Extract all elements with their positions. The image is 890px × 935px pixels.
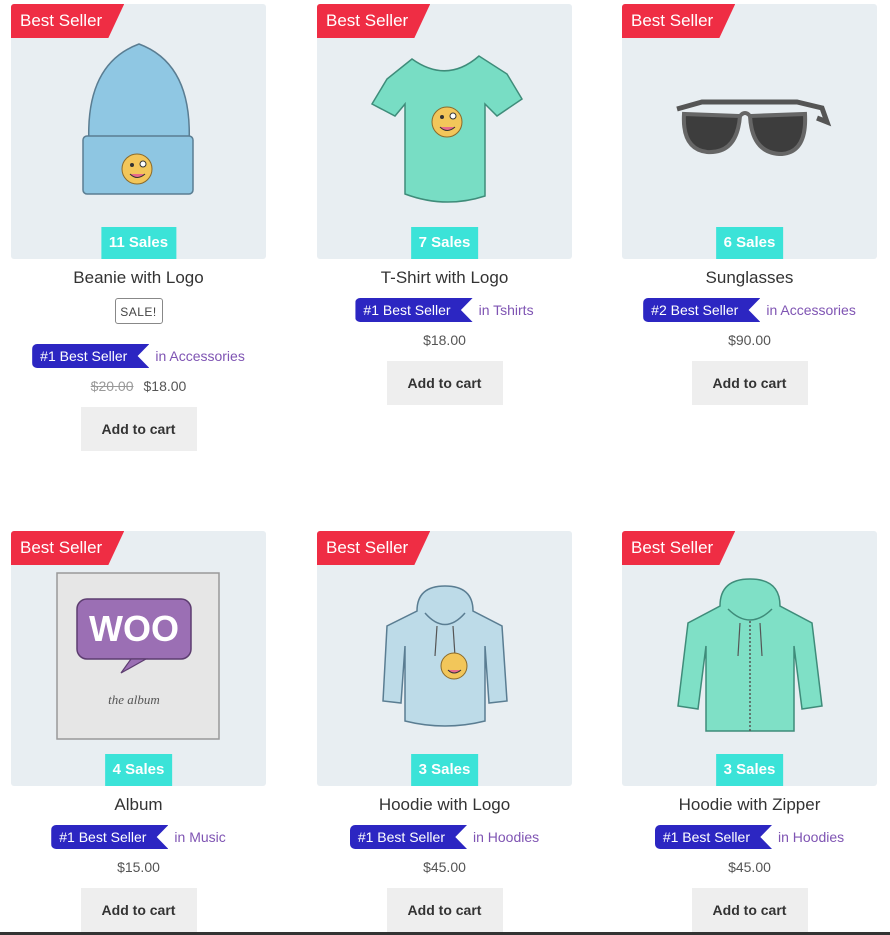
sunglasses-image (676, 99, 832, 157)
product-image-album[interactable]: WOO the album Best Seller 4 Sales (11, 531, 266, 786)
product-image-hoodie-zipper[interactable]: Best Seller 3 Sales (622, 531, 877, 786)
rank-row: #1 Best Seller in Accessories (11, 344, 266, 368)
sales-count-badge: 3 Sales (715, 754, 784, 786)
rank-row: #1 Best Seller in Hoodies (317, 825, 572, 849)
tshirt-image (370, 55, 524, 203)
best-seller-ribbon: Best Seller (11, 4, 125, 38)
old-price: $20.00 (90, 378, 134, 394)
add-to-cart-button[interactable]: Add to cart (386, 361, 503, 405)
price: $15.00 (11, 857, 266, 877)
rank-badge: #1 Best Seller (51, 825, 169, 849)
product-card-sunglasses: Best Seller 6 Sales Sunglasses #2 Best S… (622, 4, 877, 405)
product-card-hoodie-zipper: Best Seller 3 Sales Hoodie with Zipper #… (622, 531, 877, 932)
product-image-tshirt[interactable]: Best Seller 7 Sales (317, 4, 572, 259)
sales-count-badge: 6 Sales (715, 227, 784, 259)
category-link[interactable]: in Hoodies (473, 829, 539, 845)
hoodie-logo-image (382, 585, 508, 727)
sale-badge: SALE! (114, 298, 163, 324)
rank-row: #2 Best Seller in Accessories (622, 298, 877, 322)
rank-row: #1 Best Seller in Music (11, 825, 266, 849)
product-image-sunglasses[interactable]: Best Seller 6 Sales (622, 4, 877, 259)
rank-row: #1 Best Seller in Hoodies (622, 825, 877, 849)
rank-badge: #2 Best Seller (643, 298, 761, 322)
price: $20.00 $18.00 (11, 376, 266, 396)
sales-count-badge: 4 Sales (104, 754, 173, 786)
best-seller-ribbon: Best Seller (622, 4, 736, 38)
album-subtitle-text: the album (108, 692, 160, 707)
current-price: $15.00 (117, 859, 160, 875)
product-card-beanie: Best Seller 11 Sales Beanie with Logo SA… (11, 4, 266, 451)
product-title[interactable]: Album (11, 793, 266, 817)
best-seller-ribbon: Best Seller (317, 531, 431, 565)
rank-badge: #1 Best Seller (355, 298, 473, 322)
product-card-hoodie-logo: Best Seller 3 Sales Hoodie with Logo #1 … (317, 531, 572, 932)
best-seller-ribbon: Best Seller (11, 531, 125, 565)
product-image-hoodie-logo[interactable]: Best Seller 3 Sales (317, 531, 572, 786)
hoodie-zipper-image (677, 578, 823, 732)
rank-badge: #1 Best Seller (654, 825, 772, 849)
album-logo-text: WOO (89, 608, 179, 649)
best-seller-ribbon: Best Seller (622, 531, 736, 565)
current-price: $18.00 (143, 378, 187, 394)
current-price: $90.00 (728, 332, 771, 348)
current-price: $45.00 (423, 859, 466, 875)
beanie-image (82, 43, 194, 195)
category-link[interactable]: in Music (174, 829, 225, 845)
album-image: WOO the album (56, 572, 220, 740)
category-link[interactable]: in Accessories (155, 348, 244, 364)
price: $90.00 (622, 330, 877, 350)
category-link[interactable]: in Tshirts (479, 302, 534, 318)
product-image-beanie[interactable]: Best Seller 11 Sales (11, 4, 266, 259)
sales-count-badge: 7 Sales (410, 227, 479, 259)
add-to-cart-button[interactable]: Add to cart (691, 888, 808, 932)
product-card-album: WOO the album Best Seller 4 Sales Album … (11, 531, 266, 932)
category-link[interactable]: in Hoodies (778, 829, 844, 845)
add-to-cart-button[interactable]: Add to cart (691, 361, 808, 405)
product-card-tshirt: Best Seller 7 Sales T-Shirt with Logo #1… (317, 4, 572, 405)
price: $45.00 (317, 857, 572, 877)
sales-count-badge: 3 Sales (410, 754, 479, 786)
product-title[interactable]: T-Shirt with Logo (317, 266, 572, 290)
product-title[interactable]: Sunglasses (622, 266, 877, 290)
category-link[interactable]: in Accessories (766, 302, 855, 318)
rank-row: #1 Best Seller in Tshirts (317, 298, 572, 322)
current-price: $45.00 (728, 859, 771, 875)
current-price: $18.00 (423, 332, 466, 348)
add-to-cart-button[interactable]: Add to cart (386, 888, 503, 932)
product-title[interactable]: Hoodie with Zipper (622, 793, 877, 817)
price: $45.00 (622, 857, 877, 877)
add-to-cart-button[interactable]: Add to cart (80, 888, 197, 932)
price: $18.00 (317, 330, 572, 350)
rank-badge: #1 Best Seller (32, 344, 150, 368)
product-title[interactable]: Hoodie with Logo (317, 793, 572, 817)
add-to-cart-button[interactable]: Add to cart (80, 407, 197, 451)
product-grid: Best Seller 11 Sales Beanie with Logo SA… (0, 0, 890, 935)
rank-badge: #1 Best Seller (349, 825, 467, 849)
product-title[interactable]: Beanie with Logo (11, 266, 266, 290)
sales-count-badge: 11 Sales (100, 227, 177, 259)
best-seller-ribbon: Best Seller (317, 4, 431, 38)
